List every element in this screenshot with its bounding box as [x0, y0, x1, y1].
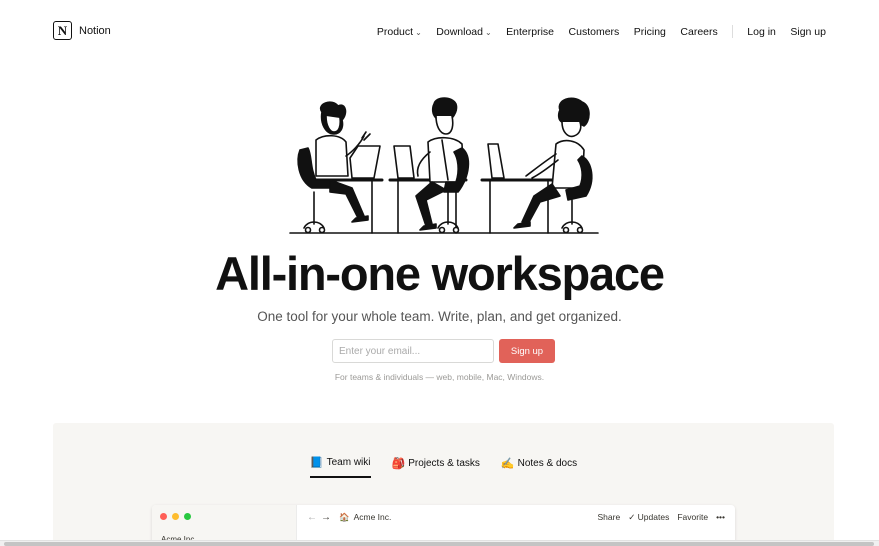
page-actions: Share ✓ Updates Favorite •••	[598, 512, 726, 523]
nav-pricing[interactable]: Pricing	[634, 26, 666, 38]
nav-download-label: Download	[436, 25, 483, 38]
back-arrow-icon[interactable]: ←	[307, 512, 321, 523]
writing-hand-icon: ✍️	[500, 458, 515, 470]
close-dot-icon	[160, 513, 167, 520]
hero-headline: All-in-one workspace	[215, 247, 665, 300]
product-demo-panel: 📘 Team wiki 🎒 Projects & tasks ✍️ Notes …	[53, 423, 834, 546]
chevron-down-icon: ⌄	[484, 27, 492, 37]
nav-enterprise[interactable]: Enterprise	[506, 26, 554, 38]
forward-arrow-icon[interactable]: →	[321, 512, 335, 523]
demo-tabs: 📘 Team wiki 🎒 Projects & tasks ✍️ Notes …	[53, 456, 834, 478]
nav-product-label: Product	[376, 25, 414, 38]
share-button[interactable]: Share	[598, 512, 621, 522]
tab-label: Team wiki	[326, 457, 371, 468]
team-illustration	[289, 97, 599, 234]
hero-subtitle: One tool for your whole team. Write, pla…	[257, 309, 622, 324]
favorite-button[interactable]: Favorite	[677, 512, 708, 522]
notion-logo[interactable]: N Notion	[53, 21, 111, 40]
notion-logo-icon: N	[53, 21, 72, 40]
top-nav: N Notion Product ⌄ Download ⌄ Enterprise C…	[0, 0, 879, 62]
tab-label: Projects & tasks	[408, 458, 480, 469]
login-link[interactable]: Log in	[747, 26, 776, 38]
nav-download[interactable]: Download ⌄	[436, 26, 491, 38]
more-icon[interactable]: •••	[716, 512, 725, 522]
app-topbar: ←→ 🏠 Acme Inc. Share ✓ Updates Favorite …	[297, 505, 735, 529]
nav-links: Product ⌄ Download ⌄ Enterprise Customers …	[377, 25, 826, 38]
signup-form: Sign up	[332, 339, 555, 363]
tab-notes-docs[interactable]: ✍️ Notes & docs	[501, 456, 577, 478]
chevron-down-icon: ⌄	[415, 27, 422, 37]
house-icon: 🏠	[339, 511, 350, 522]
nav-careers[interactable]: Careers	[680, 26, 717, 38]
tab-team-wiki[interactable]: 📘 Team wiki	[309, 456, 371, 478]
logo-text: Notion	[79, 24, 111, 37]
tab-projects-tasks[interactable]: 🎒 Projects & tasks	[392, 456, 480, 478]
horizontal-scrollbar[interactable]	[0, 540, 879, 546]
minimize-dot-icon	[172, 513, 179, 520]
breadcrumb[interactable]: 🏠 Acme Inc.	[339, 512, 391, 523]
nav-product[interactable]: Product ⌄	[377, 26, 422, 38]
traffic-lights	[160, 513, 191, 520]
nav-arrows: ←→	[307, 512, 335, 523]
updates-button[interactable]: ✓ Updates	[628, 512, 669, 523]
scrollbar-thumb[interactable]	[4, 542, 874, 546]
breadcrumb-label: Acme Inc.	[353, 512, 392, 522]
platforms-note: For teams & individuals — web, mobile, M…	[334, 372, 545, 382]
zoom-dot-icon	[184, 513, 191, 520]
email-input[interactable]	[332, 339, 494, 363]
book-icon: 📘	[309, 457, 324, 469]
tab-label: Notes & docs	[517, 458, 578, 469]
nav-customers[interactable]: Customers	[569, 26, 620, 38]
backpack-icon: 🎒	[391, 458, 406, 470]
signup-button[interactable]: Sign up	[499, 339, 555, 363]
signup-link[interactable]: Sign up	[790, 26, 826, 38]
nav-divider	[731, 25, 733, 38]
